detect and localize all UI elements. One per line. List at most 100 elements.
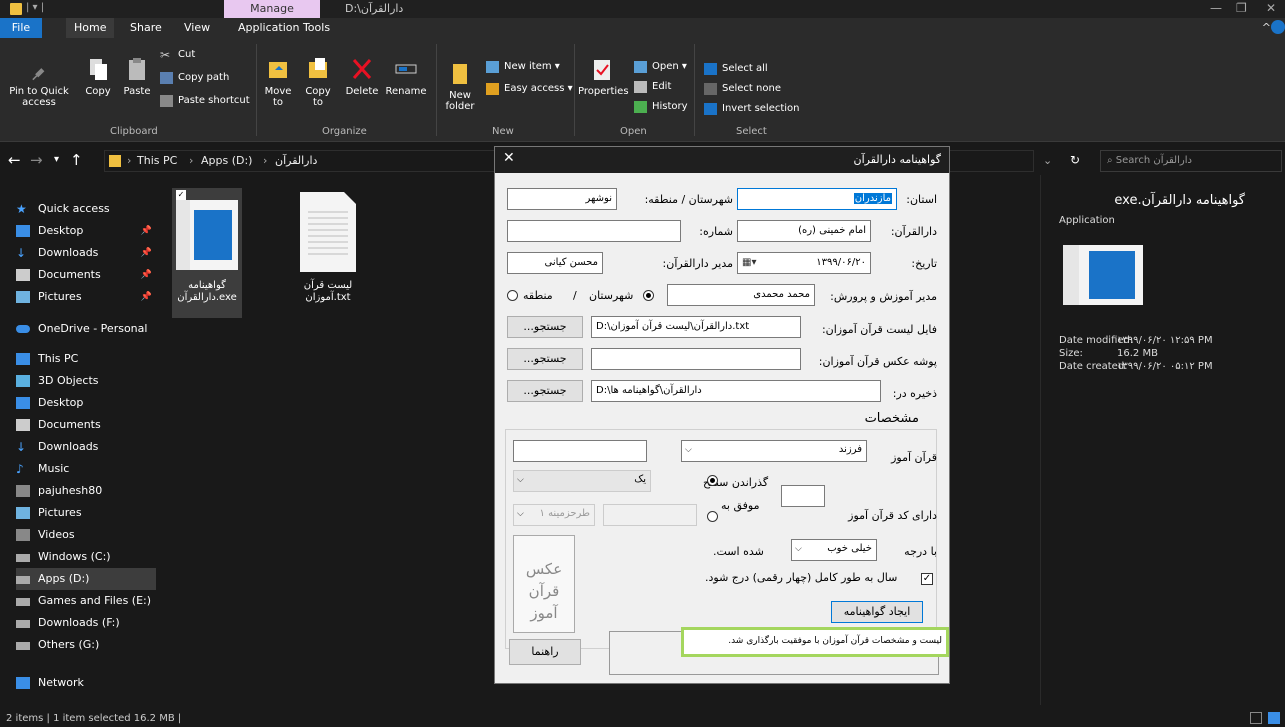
cut-button[interactable]: ✂ Cut <box>160 48 195 64</box>
manage-tab[interactable]: Manage <box>224 0 320 18</box>
tab-share[interactable]: Share <box>122 18 170 38</box>
sidebar-item-windows-c[interactable]: Windows (C:) <box>16 546 156 568</box>
sidebar-item-documents[interactable]: Documents <box>16 414 156 436</box>
chevron-down-icon[interactable]: ⌄ <box>1043 154 1052 167</box>
sidebar-item-games-e[interactable]: Games and Files (E:) <box>16 590 156 612</box>
sidebar-item-onedrive[interactable]: OneDrive - Personal <box>16 318 156 340</box>
success-input[interactable] <box>603 504 697 526</box>
province-input[interactable]: مازندران <box>737 188 897 210</box>
breadcrumb-this-pc[interactable]: This PC <box>137 154 177 167</box>
back-icon[interactable]: ← <box>8 151 21 169</box>
sidebar-item-others-g[interactable]: Others (G:) <box>16 634 156 656</box>
sidebar-item-this-pc[interactable]: This PC <box>16 348 156 370</box>
tab-application-tools[interactable]: Application Tools <box>230 18 338 38</box>
browse-list-button[interactable]: جستجو... <box>507 316 583 338</box>
properties-button[interactable]: Properties <box>578 56 629 97</box>
sidebar-item-desktop[interactable]: Desktop 📌 <box>16 220 156 242</box>
radio-city[interactable] <box>643 290 654 301</box>
radio-region[interactable] <box>507 290 518 301</box>
download-icon: ↓ <box>16 246 27 260</box>
paste-shortcut-button[interactable]: Paste shortcut <box>160 94 250 110</box>
minimize-icon[interactable]: — <box>1210 1 1222 15</box>
sidebar-item-pajuhesh80[interactable]: pajuhesh80 <box>16 480 156 502</box>
delete-button[interactable]: Delete <box>344 56 380 97</box>
tab-home[interactable]: Home <box>66 18 115 38</box>
search-input[interactable]: ⌕ Search دارالقرآن <box>1100 150 1282 172</box>
move-to-button[interactable]: Move to <box>262 56 294 108</box>
sidebar-item-downloads-f[interactable]: Downloads (F:) <box>16 612 156 634</box>
easy-access-button[interactable]: Easy access ▾ <box>486 82 573 98</box>
tab-view[interactable]: View <box>176 18 218 38</box>
sidebar-item-documents[interactable]: Documents 📌 <box>16 264 156 286</box>
edit-button[interactable]: Edit <box>634 80 671 96</box>
title-bar: | ▾ | Manage D:\دارالقرآن — ❐ ✕ <box>0 0 1285 18</box>
tab-file[interactable]: File <box>0 18 42 38</box>
select-none-button[interactable]: Select none <box>704 82 781 98</box>
list-file-input[interactable]: D:\دارالقرآن\لیست قرآن آموزان.txt <box>591 316 801 338</box>
restore-icon[interactable]: ❐ <box>1236 1 1247 15</box>
edu-manager-input[interactable]: محمد محمدی <box>667 284 815 306</box>
select-all-icon <box>704 63 717 75</box>
copy-path-button[interactable]: Copy path <box>160 71 229 87</box>
save-input[interactable]: D:\دارالقرآن\گواهینامه ها <box>591 380 881 402</box>
copy-to-button[interactable]: Copy to <box>300 56 336 108</box>
number-input[interactable] <box>507 220 681 242</box>
darolquran-input[interactable]: امام خمینی (ره) <box>737 220 871 242</box>
student-name-input[interactable] <box>513 440 647 462</box>
file-item-txt[interactable]: لیست قرآن آموزان.txt <box>290 188 366 318</box>
pin-quick-access-button[interactable]: Pin to Quick access <box>2 62 76 108</box>
sidebar-item-apps-d[interactable]: Apps (D:) <box>16 568 156 590</box>
sidebar-item-desktop[interactable]: Desktop <box>16 392 156 414</box>
photo-folder-input[interactable] <box>591 348 801 370</box>
breadcrumb-apps[interactable]: Apps (D:) <box>201 154 252 167</box>
radio-passed-level[interactable] <box>707 475 718 486</box>
date-picker[interactable]: ۱۳۹۹/۰۶/۲۰ ▾▦ <box>737 252 871 274</box>
calendar-icon[interactable]: ▾▦ <box>742 253 756 273</box>
copy-button[interactable]: Copy <box>82 56 114 97</box>
sidebar-item-3d-objects[interactable]: 3D Objects <box>16 370 156 392</box>
history-button[interactable]: History <box>634 100 688 116</box>
sidebar-item-downloads[interactable]: ↓ Downloads 📌 <box>16 242 156 264</box>
select-all-button[interactable]: Select all <box>704 62 768 78</box>
new-item-button[interactable]: New item ▾ <box>486 60 560 76</box>
sidebar-item-downloads[interactable]: ↓ Downloads <box>16 436 156 458</box>
new-folder-button[interactable]: New folder <box>442 60 478 112</box>
level-select[interactable]: ⌵ یک <box>513 470 651 492</box>
plan-select[interactable]: ⌵ طرحزمینه ۱ <box>513 504 595 526</box>
refresh-icon[interactable]: ↻ <box>1070 153 1080 167</box>
open-button[interactable]: Open ▾ <box>634 60 687 76</box>
up-icon[interactable]: ↑ <box>70 151 83 169</box>
chevron-up-icon[interactable]: ^ <box>1262 21 1271 34</box>
large-icons-view-icon[interactable] <box>1268 712 1280 724</box>
file-item-exe[interactable]: ✓ گواهینامه دارالقرآن.exe <box>172 188 242 318</box>
recent-locations-icon[interactable]: ▾ <box>54 154 59 165</box>
details-view-icon[interactable] <box>1250 712 1262 724</box>
breadcrumb-darolquran[interactable]: دارالقرآن <box>275 154 317 167</box>
checkbox-icon[interactable]: ✓ <box>176 190 186 200</box>
sidebar-item-music[interactable]: ♪ Music <box>16 458 156 480</box>
forward-icon[interactable]: → <box>30 151 43 169</box>
quick-access-toolbar[interactable]: | ▾ | <box>26 2 44 13</box>
sidebar-item-pictures[interactable]: Pictures 📌 <box>16 286 156 308</box>
close-icon[interactable]: ✕ <box>503 150 515 166</box>
child-select[interactable]: ⌵ فرزند <box>681 440 867 462</box>
help-icon[interactable] <box>1271 20 1285 34</box>
full-year-checkbox[interactable]: ✓ <box>921 573 933 585</box>
city-input[interactable]: نوشهر <box>507 188 617 210</box>
paste-button[interactable]: Paste <box>120 56 154 97</box>
create-certificate-button[interactable]: ایجاد گواهینامه <box>831 601 923 623</box>
radio-success[interactable] <box>707 511 718 522</box>
sidebar-item-videos[interactable]: Videos <box>16 524 156 546</box>
browse-photo-button[interactable]: جستجو... <box>507 348 583 370</box>
manager-input[interactable]: محسن کیانی <box>507 252 603 274</box>
invert-selection-button[interactable]: Invert selection <box>704 102 800 118</box>
browse-save-button[interactable]: جستجو... <box>507 380 583 402</box>
help-button[interactable]: راهنما <box>509 639 581 665</box>
close-icon[interactable]: ✕ <box>1266 1 1276 15</box>
sidebar-item-quick-access[interactable]: ★ Quick access <box>16 198 156 220</box>
code-input[interactable] <box>781 485 825 507</box>
sidebar-item-pictures[interactable]: Pictures <box>16 502 156 524</box>
grade-select[interactable]: ⌵ خیلی خوب <box>791 539 877 561</box>
sidebar-item-network[interactable]: Network <box>16 672 156 694</box>
rename-button[interactable]: Rename <box>384 56 428 97</box>
